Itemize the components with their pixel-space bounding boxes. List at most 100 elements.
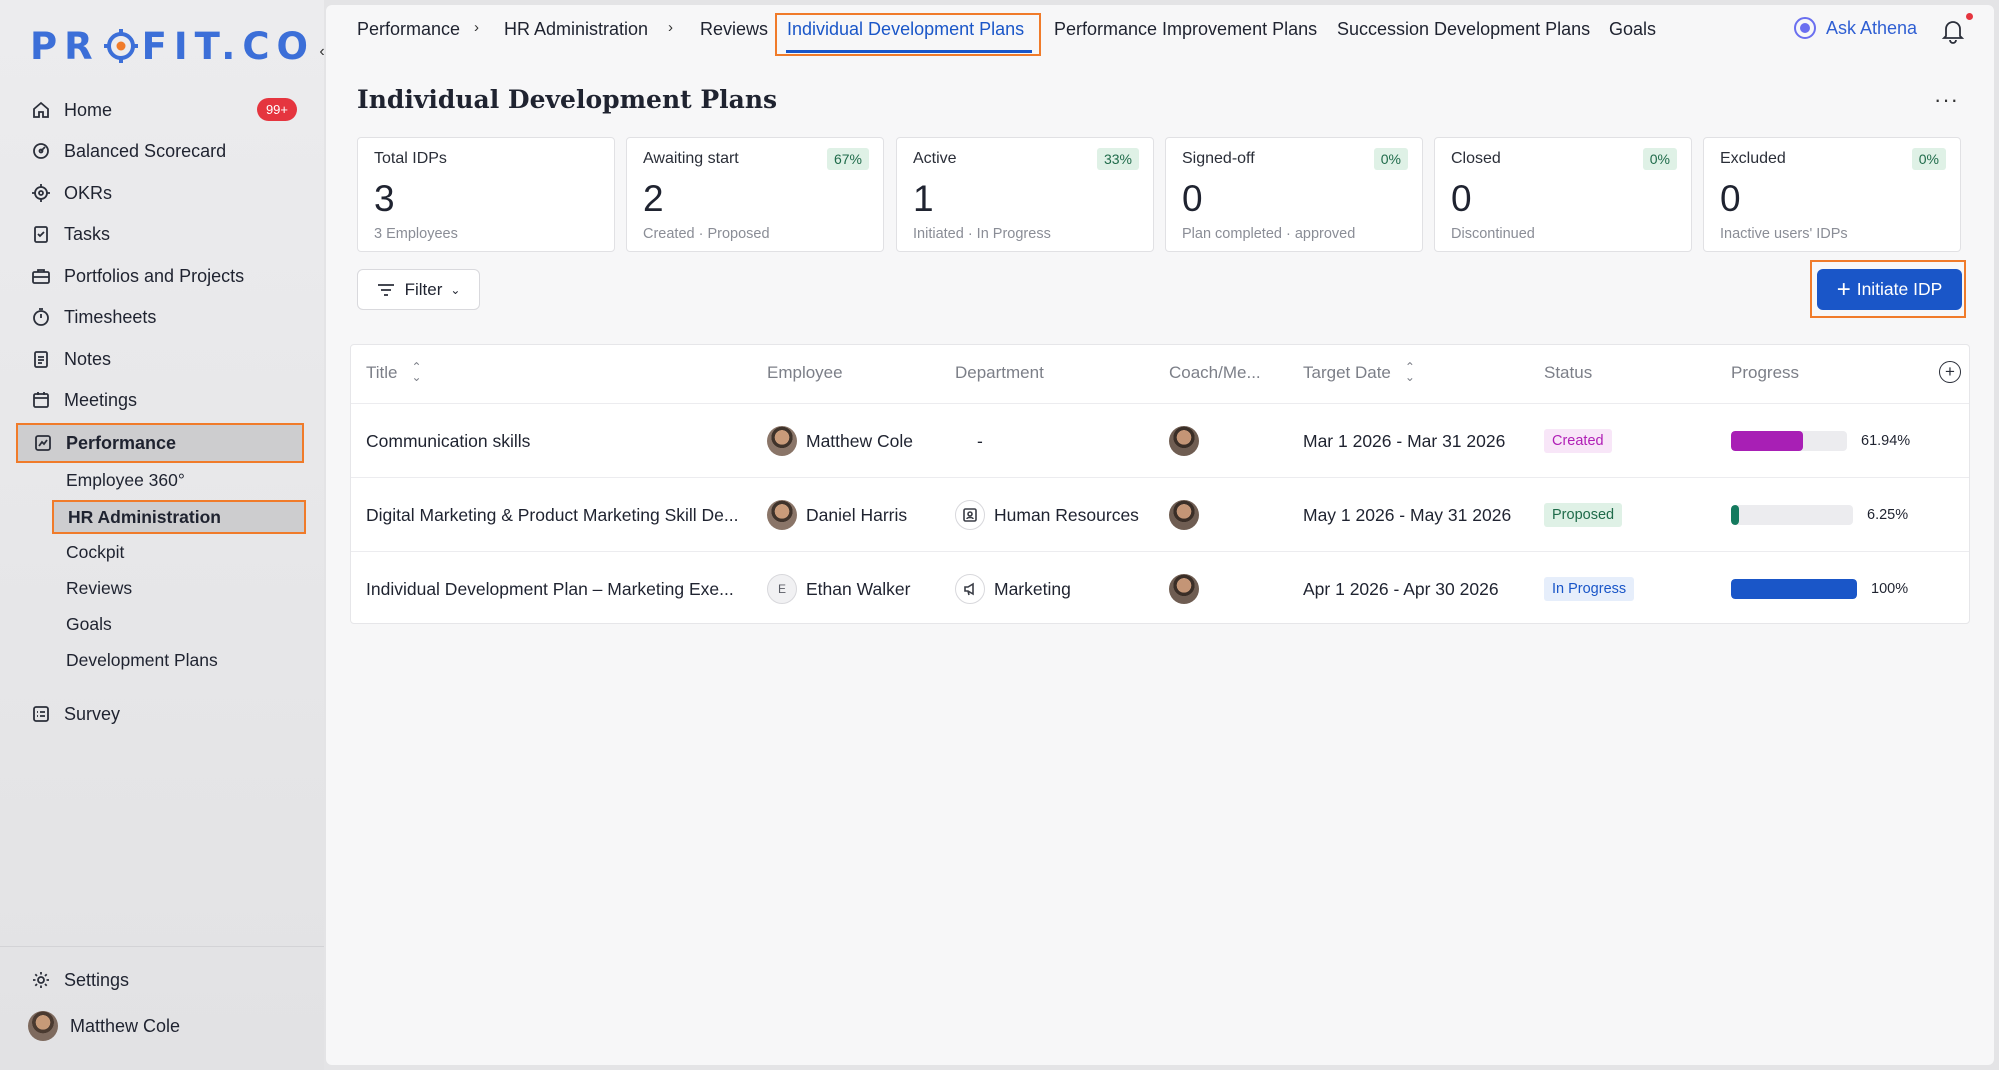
stat-card-excluded[interactable]: Excluded 0% 0 Inactive users' IDPs — [1703, 137, 1961, 252]
home-icon — [30, 99, 52, 121]
coach-avatar — [1169, 426, 1199, 456]
column-header-status[interactable]: Status — [1544, 363, 1592, 383]
active-tab-underline — [786, 50, 1032, 53]
employee-name: Matthew Cole — [806, 430, 913, 451]
employee-name: Daniel Harris — [806, 504, 908, 525]
sidebar-divider — [0, 946, 324, 947]
add-column-icon[interactable]: + — [1939, 361, 1961, 383]
filter-button[interactable]: Filter ⌄ — [357, 269, 480, 310]
row-status: Proposed — [1544, 478, 1623, 552]
breadcrumb-performance[interactable]: Performance — [357, 19, 460, 40]
column-header-target-date[interactable]: Target Date ⌃ ⌄ — [1303, 361, 1415, 383]
column-header-coach[interactable]: Coach/Me... — [1169, 363, 1261, 383]
sidebar-subitem-cockpit[interactable]: Cockpit — [52, 536, 304, 568]
sidebar-subitem-reviews[interactable]: Reviews — [52, 572, 304, 604]
sidebar-subitem-goals[interactable]: Goals — [52, 608, 304, 640]
row-progress: 100% — [1731, 552, 1908, 626]
calendar-icon — [30, 389, 52, 411]
progress-fill — [1731, 431, 1803, 451]
header-label: Target Date — [1303, 363, 1391, 382]
status-badge: In Progress — [1544, 577, 1635, 601]
sidebar-subitem-development-plans[interactable]: Development Plans — [52, 644, 304, 676]
sidebar-item-balanced-scorecard[interactable]: Balanced Scorecard — [16, 132, 302, 170]
tab-performance-improvement-plans[interactable]: Performance Improvement Plans — [1054, 19, 1317, 40]
row-employee: Matthew Cole — [767, 404, 913, 478]
sort-icon[interactable]: ⌃ ⌄ — [412, 361, 422, 383]
sidebar-user-profile[interactable]: Matthew Cole — [16, 1007, 302, 1045]
stat-card-active[interactable]: Active 33% 1 Initiated · In Progress — [896, 137, 1154, 252]
breadcrumb-chevron-icon: › — [668, 19, 673, 36]
avatar: E — [767, 574, 797, 604]
sidebar-item-portfolios[interactable]: Portfolios and Projects — [16, 257, 302, 295]
sidebar-item-label: Settings — [64, 969, 130, 990]
coach-avatar — [1169, 500, 1199, 530]
notes-icon — [30, 348, 52, 370]
sidebar-item-label: Home — [64, 99, 113, 120]
row-target-date: Mar 1 2026 - Mar 31 2026 — [1303, 430, 1506, 451]
more-options-icon[interactable]: ··· — [1934, 87, 1959, 113]
stat-card-awaiting-start[interactable]: Awaiting start 67% 2 Created · Proposed — [626, 137, 884, 252]
user-avatar-wrap — [28, 1011, 58, 1041]
bell-icon[interactable] — [1940, 17, 1966, 45]
stat-value: 2 — [643, 178, 664, 219]
department-name: Marketing — [994, 578, 1071, 599]
row-progress: 6.25% — [1731, 478, 1908, 552]
row-title[interactable]: Communication skills — [366, 404, 530, 478]
progress-bar — [1731, 579, 1857, 599]
idp-table: Title ⌃ ⌄ Employee Department Coach/Me...… — [350, 344, 1970, 624]
sidebar-item-tasks[interactable]: Tasks — [16, 215, 302, 253]
stat-card-closed[interactable]: Closed 0% 0 Discontinued — [1434, 137, 1692, 252]
column-header-department[interactable]: Department — [955, 363, 1044, 383]
column-header-employee[interactable]: Employee — [767, 363, 843, 383]
progress-bar — [1731, 505, 1853, 525]
stat-subtext: Initiated · In Progress — [913, 226, 1051, 242]
profitco-logo[interactable]: PR FIT.CO — [30, 24, 315, 68]
tab-goals[interactable]: Goals — [1609, 19, 1656, 40]
stat-card-signed-off[interactable]: Signed-off 0% 0 Plan completed · approve… — [1165, 137, 1423, 252]
sidebar-item-settings[interactable]: Settings — [16, 961, 302, 999]
avatar — [767, 426, 797, 456]
sidebar-subitem-employee-360[interactable]: Employee 360° — [52, 464, 304, 496]
row-department: Marketing — [955, 552, 1071, 626]
ask-athena-button[interactable]: Ask Athena — [1794, 17, 1917, 39]
table-row[interactable]: Communication skills Matthew Cole - Mar … — [351, 403, 1969, 477]
tab-succession-development-plans[interactable]: Succession Development Plans — [1337, 19, 1590, 40]
notification-badge: 99+ — [256, 98, 297, 121]
avatar — [767, 500, 797, 530]
sidebar-item-label: Performance — [66, 432, 177, 453]
tab-individual-development-plans[interactable]: Individual Development Plans — [787, 19, 1024, 40]
row-employee: E Ethan Walker — [767, 552, 910, 626]
stat-card-total-idps[interactable]: Total IDPs 3 3 Employees — [357, 137, 615, 252]
table-row[interactable]: Digital Marketing & Product Marketing Sk… — [351, 477, 1969, 551]
row-title[interactable]: Individual Development Plan – Marketing … — [366, 552, 734, 626]
table-row[interactable]: Individual Development Plan – Marketing … — [351, 551, 1969, 625]
chevron-down-icon: ⌄ — [450, 282, 461, 297]
main-panel: Performance › HR Administration › Review… — [326, 5, 1994, 1065]
sidebar-item-notes[interactable]: Notes — [16, 340, 302, 378]
sidebar-item-label: Timesheets — [64, 306, 157, 327]
column-header-title[interactable]: Title ⌃ ⌄ — [366, 361, 422, 383]
logo-text-right: FIT.CO — [141, 24, 315, 68]
stat-percent-badge: 33% — [1096, 148, 1139, 170]
clipboard-check-icon — [30, 223, 52, 245]
breadcrumb-hr-administration[interactable]: HR Administration — [504, 19, 648, 40]
sidebar-subitem-hr-administration[interactable]: HR Administration — [52, 500, 306, 534]
initiate-idp-button[interactable]: + Initiate IDP — [1817, 269, 1962, 310]
sidebar-item-meetings[interactable]: Meetings — [16, 381, 302, 419]
progress-bar — [1731, 431, 1847, 451]
sidebar-item-okrs[interactable]: OKRs — [16, 174, 302, 212]
sidebar-item-label: Meetings — [64, 389, 138, 410]
sidebar-item-home[interactable]: Home 99+ — [16, 91, 302, 129]
sidebar-item-timesheets[interactable]: Timesheets — [16, 298, 302, 336]
tab-reviews[interactable]: Reviews — [700, 19, 768, 40]
target-icon — [30, 182, 52, 204]
row-title[interactable]: Digital Marketing & Product Marketing Sk… — [366, 478, 739, 552]
stat-label: Active — [913, 150, 957, 167]
sidebar-item-performance[interactable]: Performance — [16, 423, 304, 463]
coach-avatar — [1169, 574, 1199, 604]
sidebar-item-survey[interactable]: Survey — [16, 695, 302, 733]
progress-fill — [1731, 505, 1739, 525]
gear-icon — [30, 969, 52, 991]
column-header-progress[interactable]: Progress — [1731, 363, 1799, 383]
sort-icon[interactable]: ⌃ ⌄ — [1405, 361, 1415, 383]
